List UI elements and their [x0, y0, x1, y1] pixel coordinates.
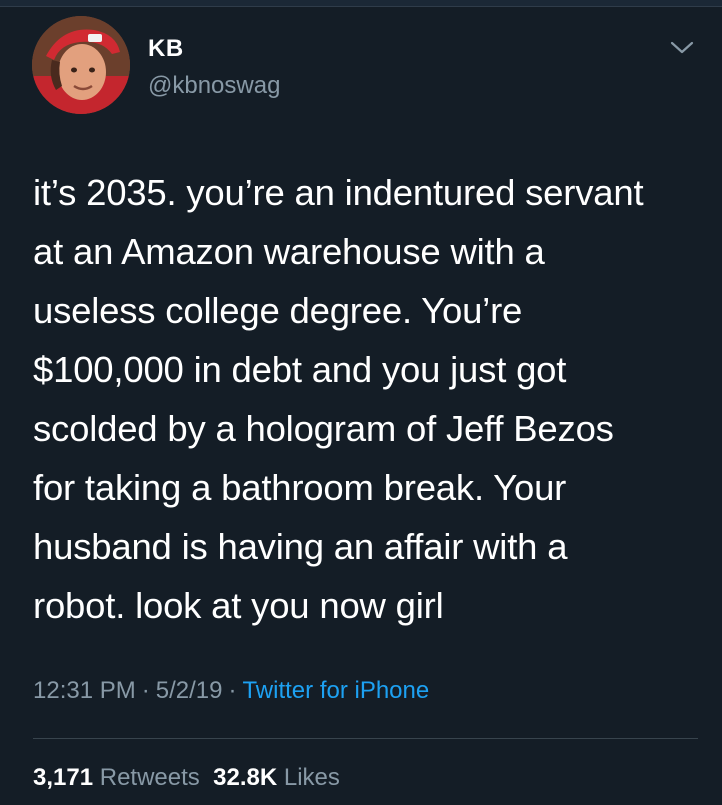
avatar[interactable]: [32, 16, 130, 114]
tweet-menu-button[interactable]: [664, 34, 700, 62]
tweet-text: it’s 2035. you’re an indentured servant …: [33, 172, 644, 626]
tweet-time[interactable]: 12:31 PM: [33, 677, 136, 704]
retweets-label: Retweets: [99, 764, 200, 791]
likes-stat[interactable]: 32.8K Likes: [213, 764, 340, 791]
meta-separator: ·: [141, 677, 150, 704]
tweet-date[interactable]: 5/2/19: [156, 677, 223, 704]
top-divider: [0, 0, 722, 7]
profile-photo-icon: [32, 16, 130, 114]
retweets-count: 3,171: [33, 764, 94, 791]
retweets-stat[interactable]: 3,171 Retweets: [33, 764, 200, 791]
chevron-down-icon: [670, 41, 694, 54]
meta-separator: ·: [228, 677, 237, 704]
user-handle[interactable]: @kbnoswag: [148, 72, 280, 100]
tweet-stats: 3,171 Retweets 32.8K Likes: [33, 764, 340, 792]
stats-divider: [33, 738, 698, 739]
tweet-source-link[interactable]: Twitter for iPhone: [242, 677, 429, 704]
likes-label: Likes: [283, 764, 340, 791]
likes-count: 32.8K: [213, 764, 278, 791]
display-name[interactable]: KB: [148, 35, 184, 63]
tweet-meta: 12:31 PM · 5/2/19 · Twitter for iPhone: [33, 677, 429, 705]
